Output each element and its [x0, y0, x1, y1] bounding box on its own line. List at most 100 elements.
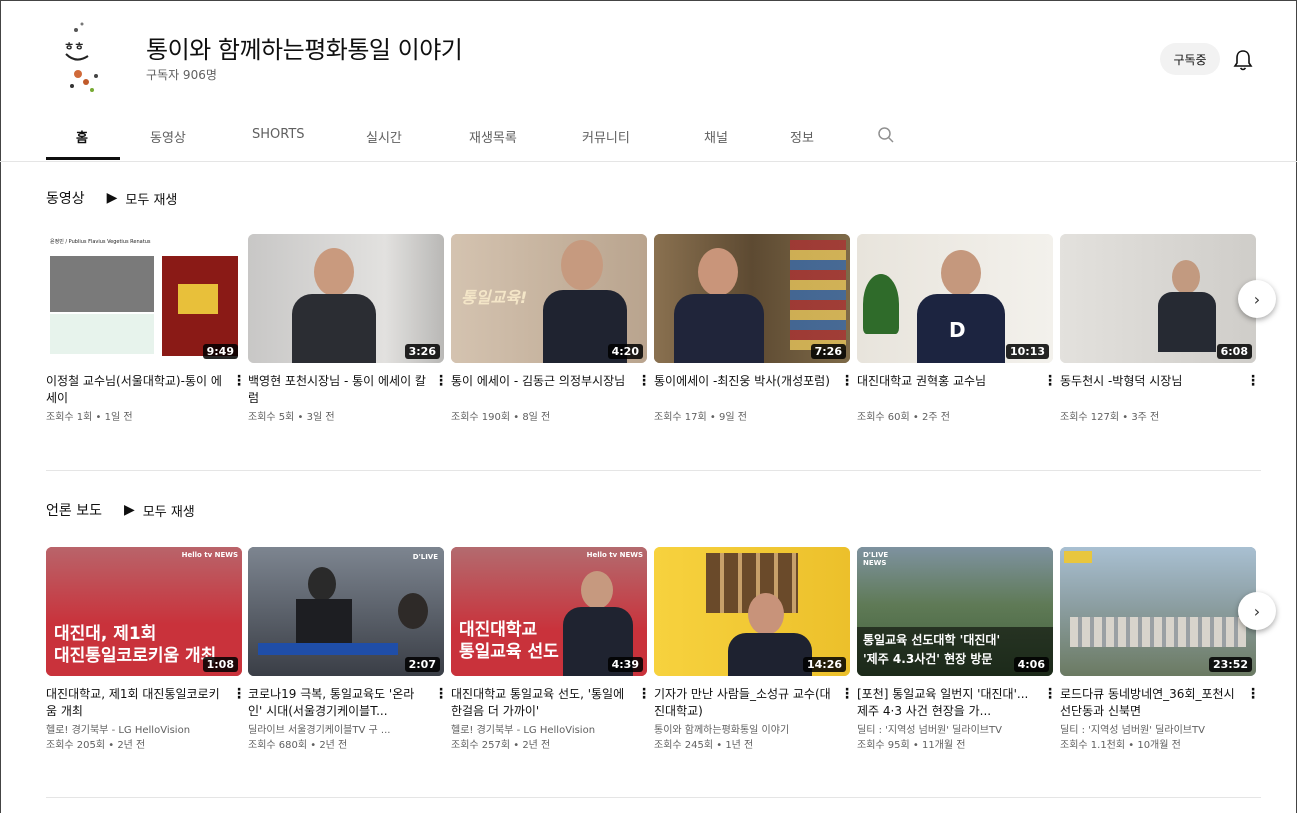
play-icon[interactable]: ▶: [107, 190, 118, 206]
video-card[interactable]: 통일교육! 4:20 통이 에세이 - 김동근 의정부시장님 조회수 190회 …: [451, 234, 651, 425]
channel-avatar[interactable]: ㅎㅎ: [52, 12, 124, 98]
more-actions-icon[interactable]: ⋮: [434, 687, 448, 701]
video-title[interactable]: 백영현 포천시장님 - 통이 에세이 칼럼: [248, 373, 428, 407]
video-thumbnail[interactable]: 윤정민 / Publius Flavius Vegetius Renatus 9…: [46, 234, 242, 363]
tab-shorts[interactable]: SHORTS: [252, 127, 305, 142]
video-card[interactable]: Hello tv NEWS 대진대, 제1회 대진통일코로키움 개최 1:08 대…: [46, 547, 246, 753]
search-icon[interactable]: [877, 126, 895, 144]
video-card[interactable]: D 10:13 대진대학교 권혁홍 교수님 조회수 60회 • 2주 전 ⋮: [857, 234, 1057, 425]
tab-channels[interactable]: 채널: [704, 127, 728, 146]
video-thumbnail[interactable]: 23:52: [1060, 547, 1256, 676]
more-actions-icon[interactable]: ⋮: [434, 374, 448, 388]
tab-videos[interactable]: 동영상: [150, 127, 186, 146]
video-title[interactable]: 로드다큐 동네방네연_36회_포천시 선단동과 신북면: [1060, 686, 1240, 720]
video-title[interactable]: 통이 에세이 - 김동근 의정부시장님: [451, 373, 631, 407]
video-thumbnail[interactable]: D 10:13: [857, 234, 1053, 363]
channel-header: ㅎㅎ 통이와 함께하는평화통일 이야기 구독자 906명 구독중: [0, 0, 1297, 115]
tab-about[interactable]: 정보: [790, 127, 814, 146]
thumbnail-caption: 대진대학교 통일교육 선도: [459, 620, 559, 662]
tab-home[interactable]: 홈: [76, 127, 88, 146]
video-title[interactable]: 기자가 만난 사람들_소성규 교수(대진대학교): [654, 686, 834, 720]
more-actions-icon[interactable]: ⋮: [1246, 687, 1260, 701]
video-card[interactable]: 3:26 백영현 포천시장님 - 통이 에세이 칼럼 조회수 5회 • 3일 전…: [248, 234, 448, 425]
video-channel[interactable]: 통이와 함께하는평화통일 이야기: [654, 723, 844, 738]
video-card[interactable]: 23:52 로드다큐 동네방네연_36회_포천시 선단동과 신북면 딜티 : '…: [1060, 547, 1260, 753]
video-title[interactable]: 코로나19 극복, 통일교육도 '온라인' 시대(서울경기케이블T...: [248, 686, 428, 720]
video-meta: 조회수 245회 • 1년 전: [654, 740, 754, 751]
more-actions-icon[interactable]: ⋮: [1043, 687, 1057, 701]
tab-community[interactable]: 커뮤니티: [582, 127, 630, 146]
video-card[interactable]: Hello tv NEWS 대진대학교 통일교육 선도 4:39 대진대학교 통일…: [451, 547, 651, 753]
svg-text:ㅎㅎ: ㅎㅎ: [64, 40, 84, 53]
more-actions-icon[interactable]: ⋮: [232, 687, 246, 701]
news-badge: Hello tv NEWS: [586, 551, 643, 559]
thumbnail-caption: 윤정민 / Publius Flavius Vegetius Renatus: [50, 239, 151, 245]
video-thumbnail[interactable]: Hello tv NEWS 대진대, 제1회 대진통일코로키움 개최 1:08: [46, 547, 242, 676]
video-duration: 4:20: [607, 344, 643, 359]
active-tab-indicator: [46, 157, 120, 160]
more-actions-icon[interactable]: ⋮: [840, 374, 854, 388]
video-title[interactable]: 대진대학교 권혁홍 교수님: [857, 373, 1037, 407]
play-all-link[interactable]: 모두 재생: [143, 501, 195, 520]
chevron-right-icon[interactable]: ›: [1238, 280, 1276, 318]
video-thumbnail[interactable]: 통일교육! 4:20: [451, 234, 647, 363]
video-duration: 14:26: [802, 657, 846, 672]
subscribed-button[interactable]: 구독중: [1160, 43, 1220, 75]
video-title[interactable]: 이정철 교수님(서울대학교)-통이 에세이: [46, 373, 226, 407]
video-meta: 조회수 205회 • 2년 전: [46, 740, 146, 751]
video-duration: 7:26: [810, 344, 846, 359]
video-duration: 4:06: [1013, 657, 1049, 672]
thumbnail-caption: 통일교육!: [461, 288, 528, 307]
video-duration: 4:39: [607, 657, 643, 672]
news-badge: Hello tv NEWS: [181, 551, 238, 559]
channel-tabs: 홈 동영상 SHORTS 실시간 재생목록 커뮤니티 채널 정보: [0, 115, 1297, 161]
video-thumbnail[interactable]: 7:26: [654, 234, 850, 363]
tab-live[interactable]: 실시간: [366, 127, 402, 146]
tab-playlists[interactable]: 재생목록: [469, 127, 517, 146]
video-meta: 조회수 190회 • 8일 전: [451, 412, 551, 423]
more-actions-icon[interactable]: ⋮: [637, 687, 651, 701]
video-title[interactable]: 대진대학교, 제1회 대진통일코로키움 개최: [46, 686, 226, 720]
video-title[interactable]: 동두천시 -박형덕 시장님: [1060, 373, 1240, 407]
video-channel[interactable]: 헬로! 경기북부 - LG HelloVision: [451, 723, 641, 738]
tabs-divider: [0, 161, 1297, 162]
video-thumbnail[interactable]: 3:26: [248, 234, 444, 363]
video-title[interactable]: 통이에세이 -최진웅 박사(개성포럼): [654, 373, 834, 407]
chevron-right-icon[interactable]: ›: [1238, 592, 1276, 630]
more-actions-icon[interactable]: ⋮: [840, 687, 854, 701]
video-meta: 조회수 1.1천회 • 10개월 전: [1060, 740, 1181, 751]
video-title[interactable]: [포천] 통일교육 일번지 '대진대'...제주 4·3 사건 현장을 가...: [857, 686, 1037, 720]
video-duration: 1:08: [202, 657, 238, 672]
video-channel[interactable]: 딜티 : '지역성 넘버원' 딜라이브TV: [1060, 723, 1250, 738]
notification-bell-icon[interactable]: [1232, 48, 1254, 72]
more-actions-icon[interactable]: ⋮: [1043, 374, 1057, 388]
video-thumbnail[interactable]: D'LIVE NEWS 통일교육 선도대학 '대진대' '제주 4.3사건' 현장…: [857, 547, 1053, 676]
more-actions-icon[interactable]: ⋮: [637, 374, 651, 388]
video-thumbnail[interactable]: Hello tv NEWS 대진대학교 통일교육 선도 4:39: [451, 547, 647, 676]
video-title[interactable]: 대진대학교 통일교육 선도, '통일에 한걸음 더 가까이': [451, 686, 631, 720]
shelf-title[interactable]: 동영상: [46, 188, 85, 208]
video-card[interactable]: 6:08 동두천시 -박형덕 시장님 조회수 127회 • 3주 전 ⋮: [1060, 234, 1260, 425]
video-meta: 조회수 95회 • 11개월 전: [857, 740, 966, 751]
shelf-title[interactable]: 언론 보도: [46, 500, 102, 520]
video-card[interactable]: 7:26 통이에세이 -최진웅 박사(개성포럼) 조회수 17회 • 9일 전 …: [654, 234, 854, 425]
video-thumbnail[interactable]: 14:26: [654, 547, 850, 676]
video-channel[interactable]: 딜티 : '지역성 넘버원' 딜라이브TV: [857, 723, 1047, 738]
play-icon[interactable]: ▶: [124, 502, 135, 518]
video-card[interactable]: 14:26 기자가 만난 사람들_소성규 교수(대진대학교) 통이와 함께하는평…: [654, 547, 854, 753]
video-thumbnail[interactable]: D'LIVE 2:07: [248, 547, 444, 676]
more-actions-icon[interactable]: ⋮: [232, 374, 246, 388]
video-channel[interactable]: 헬로! 경기북부 - LG HelloVision: [46, 723, 236, 738]
video-card[interactable]: D'LIVE NEWS 통일교육 선도대학 '대진대' '제주 4.3사건' 현장…: [857, 547, 1057, 753]
more-actions-icon[interactable]: ⋮: [1246, 374, 1260, 388]
video-card[interactable]: D'LIVE 2:07 코로나19 극복, 통일교육도 '온라인' 시대(서울경…: [248, 547, 448, 753]
thumbnail-caption: D: [949, 318, 966, 342]
video-duration: 9:49: [202, 344, 238, 359]
shelf-press-header: 언론 보도 ▶ 모두 재생: [46, 500, 195, 520]
video-card[interactable]: 윤정민 / Publius Flavius Vegetius Renatus 9…: [46, 234, 246, 425]
video-meta: 조회수 60회 • 2주 전: [857, 412, 950, 423]
play-all-link[interactable]: 모두 재생: [125, 189, 177, 208]
video-meta: 조회수 1회 • 1일 전: [46, 412, 133, 423]
video-channel[interactable]: 딜라이브 서울경기케이블TV 구 ...: [248, 723, 438, 738]
video-thumbnail[interactable]: 6:08: [1060, 234, 1256, 363]
